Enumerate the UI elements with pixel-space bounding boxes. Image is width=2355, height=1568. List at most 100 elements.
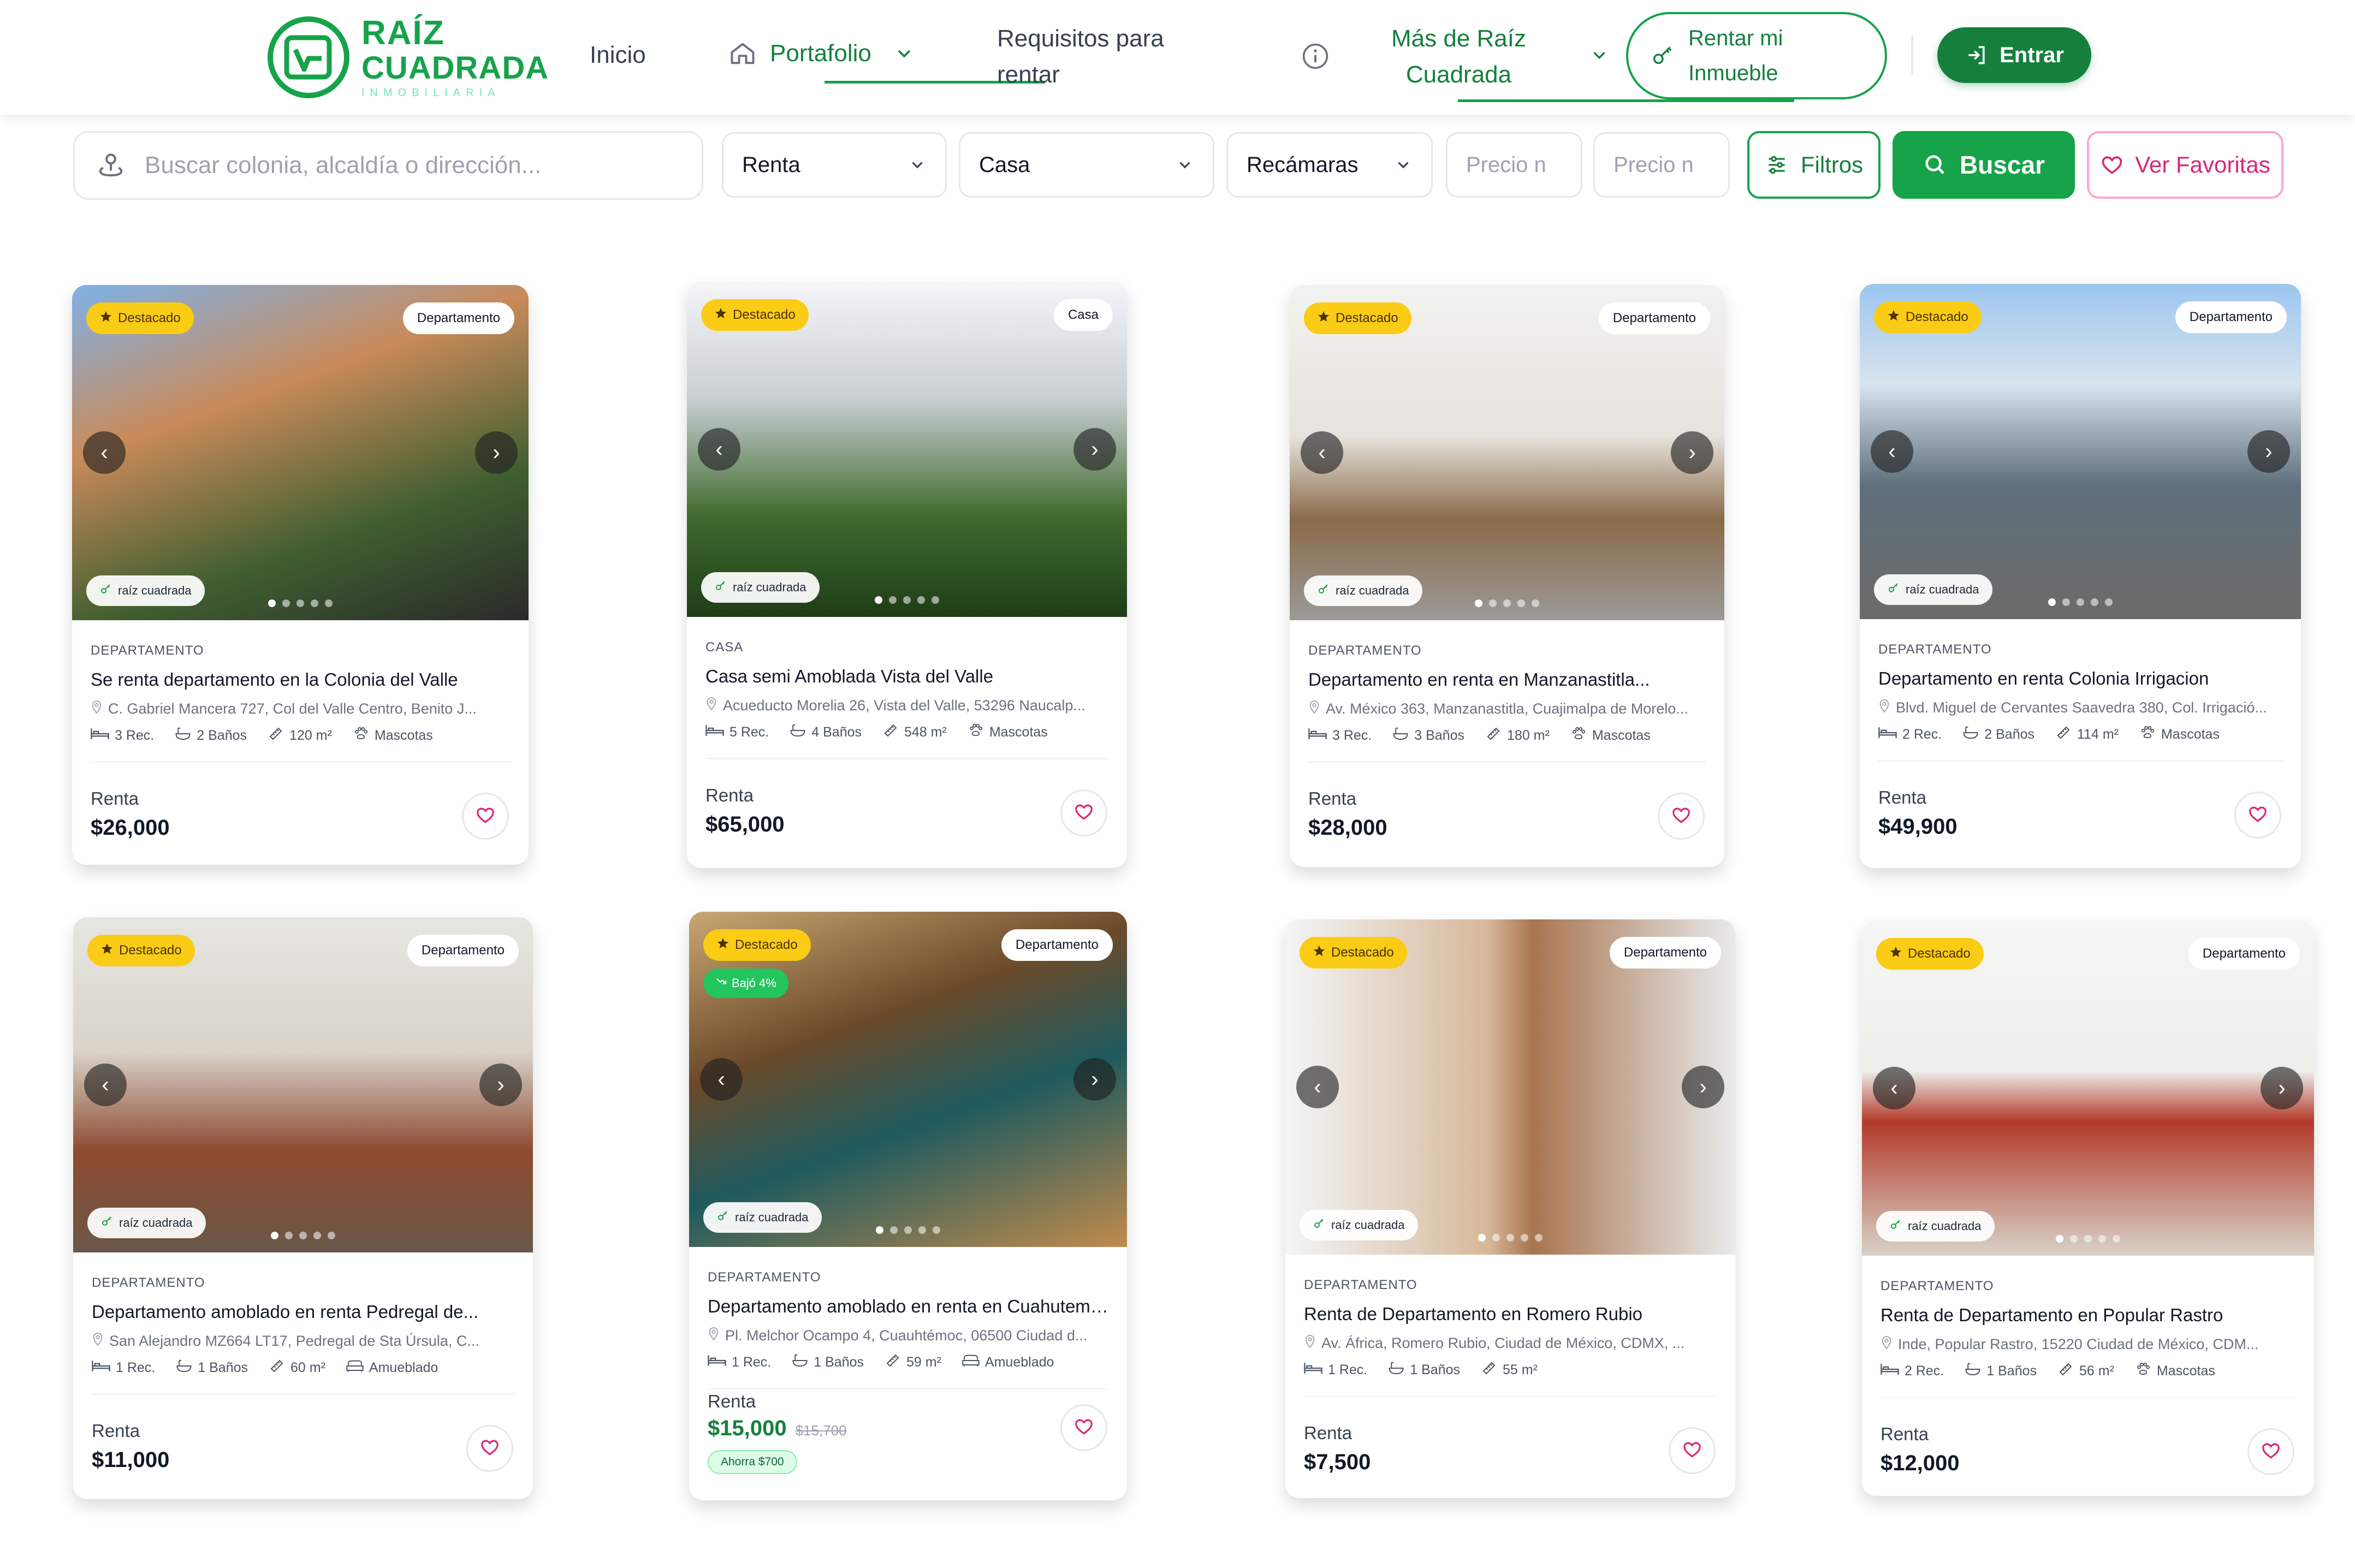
- photo-dot[interactable]: [285, 1232, 293, 1239]
- nav-portafolio[interactable]: Portafolio: [728, 39, 915, 68]
- photo-dot[interactable]: [1532, 599, 1539, 607]
- prev-photo-button[interactable]: ‹: [84, 1064, 127, 1106]
- photo-dot[interactable]: [876, 1226, 883, 1234]
- photo-dot[interactable]: [2070, 1235, 2078, 1243]
- next-photo-button[interactable]: ›: [1073, 1058, 1116, 1101]
- photo-dot[interactable]: [904, 1226, 912, 1234]
- photo-dot[interactable]: [2062, 598, 2070, 606]
- property-card[interactable]: Destacado Departamento ‹ › raíz cuadrada DEPA…: [72, 285, 529, 865]
- photo-dot[interactable]: [2113, 1235, 2120, 1243]
- next-photo-button[interactable]: ›: [2261, 1067, 2303, 1109]
- next-photo-button[interactable]: ›: [1682, 1066, 1724, 1108]
- property-card[interactable]: Destacado Departamento ‹ › raíz cuadrada DEPA…: [1290, 285, 1724, 867]
- card-title[interactable]: Departamento en renta en Manzanastitla..…: [1308, 669, 1706, 690]
- nav-requisitos[interactable]: Requisitos para rentar: [997, 21, 1164, 93]
- photo-dot[interactable]: [2091, 598, 2098, 606]
- photo-dot[interactable]: [1489, 599, 1497, 607]
- photo-dot[interactable]: [1521, 1234, 1528, 1242]
- rentar-inmueble-button[interactable]: Rentar mi Inmueble: [1626, 12, 1887, 99]
- photo-dot[interactable]: [875, 596, 882, 604]
- property-card[interactable]: Destacado Departamento ‹ › raíz cuadrada DEPA…: [1862, 920, 2314, 1496]
- photo-pagination[interactable]: [2048, 598, 2113, 606]
- photo-dot[interactable]: [1475, 599, 1482, 607]
- photo-dot[interactable]: [311, 599, 318, 607]
- photo-dot[interactable]: [325, 599, 333, 607]
- photo-pagination[interactable]: [268, 599, 333, 607]
- photo-dot[interactable]: [271, 1232, 278, 1239]
- photo-dot[interactable]: [1503, 599, 1511, 607]
- property-card[interactable]: Destacado Departamento Bajó 4% ‹ › raíz cuadr…: [689, 912, 1127, 1500]
- card-title[interactable]: Se renta departamento en la Colonia del …: [91, 669, 510, 690]
- prev-photo-button[interactable]: ‹: [83, 431, 126, 474]
- photo-pagination[interactable]: [876, 1226, 940, 1234]
- prev-photo-button[interactable]: ‹: [698, 428, 740, 471]
- photo-dot[interactable]: [933, 1226, 940, 1234]
- prev-photo-button[interactable]: ‹: [700, 1058, 743, 1101]
- photo-pagination[interactable]: [2056, 1235, 2120, 1243]
- photo-dot[interactable]: [890, 1226, 898, 1234]
- photo-dot[interactable]: [2105, 598, 2113, 606]
- favorite-button[interactable]: [1669, 1427, 1716, 1474]
- next-photo-button[interactable]: ›: [2247, 430, 2290, 473]
- property-photo[interactable]: Destacado Departamento Bajó 4% ‹ › raíz cuadr…: [689, 912, 1127, 1247]
- photo-dot[interactable]: [1517, 599, 1525, 607]
- prev-photo-button[interactable]: ‹: [1873, 1067, 1915, 1109]
- favorite-button[interactable]: [466, 1425, 513, 1472]
- prev-photo-button[interactable]: ‹: [1296, 1066, 1339, 1108]
- photo-pagination[interactable]: [875, 596, 939, 604]
- prev-photo-button[interactable]: ‹: [1871, 430, 1913, 473]
- favorite-button[interactable]: [1060, 789, 1107, 836]
- property-card[interactable]: Destacado Departamento ‹ › raíz cuadrada DEPA…: [73, 917, 533, 1499]
- photo-dot[interactable]: [1492, 1234, 1500, 1242]
- favorites-button[interactable]: Ver Favoritas: [2087, 131, 2283, 199]
- card-title[interactable]: Departamento amoblado en renta en Cuahut…: [708, 1296, 1108, 1317]
- operation-select[interactable]: Renta: [722, 132, 947, 198]
- property-card[interactable]: Destacado Departamento ‹ › raíz cuadrada DEPA…: [1860, 284, 2301, 868]
- photo-dot[interactable]: [313, 1232, 321, 1239]
- photo-pagination[interactable]: [271, 1232, 335, 1239]
- photo-dot[interactable]: [1535, 1234, 1543, 1242]
- favorite-button[interactable]: [2247, 1428, 2294, 1475]
- price-max-input[interactable]: Precio n: [1593, 132, 1730, 198]
- photo-dot[interactable]: [2056, 1235, 2063, 1243]
- card-title[interactable]: Casa semi Amoblada Vista del Valle: [705, 666, 1108, 687]
- prev-photo-button[interactable]: ‹: [1301, 431, 1343, 474]
- favorite-button[interactable]: [2234, 792, 2281, 839]
- card-title[interactable]: Departamento en renta Colonia Irrigacion: [1878, 668, 2282, 689]
- photo-dot[interactable]: [296, 599, 304, 607]
- photo-dot[interactable]: [2084, 1235, 2092, 1243]
- info-icon[interactable]: [1301, 41, 1330, 71]
- photo-dot[interactable]: [268, 599, 276, 607]
- photo-dot[interactable]: [2098, 1235, 2106, 1243]
- photo-dot[interactable]: [932, 596, 939, 604]
- photo-dot[interactable]: [889, 596, 897, 604]
- next-photo-button[interactable]: ›: [1073, 428, 1116, 471]
- nav-mas-raiz[interactable]: Más de Raíz Cuadrada: [1391, 21, 1526, 93]
- next-photo-button[interactable]: ›: [475, 431, 518, 474]
- property-photo[interactable]: Destacado Departamento ‹ › raíz cuadrada: [1290, 285, 1724, 620]
- photo-dot[interactable]: [1506, 1234, 1514, 1242]
- filters-button[interactable]: Filtros: [1747, 131, 1881, 199]
- search-button[interactable]: Buscar: [1893, 131, 2075, 199]
- property-photo[interactable]: Destacado Departamento ‹ › raíz cuadrada: [72, 285, 529, 620]
- next-photo-button[interactable]: ›: [479, 1064, 522, 1106]
- photo-dot[interactable]: [2048, 598, 2056, 606]
- card-title[interactable]: Renta de Departamento en Romero Rubio: [1304, 1304, 1717, 1325]
- photo-dot[interactable]: [918, 1226, 926, 1234]
- photo-dot[interactable]: [299, 1232, 307, 1239]
- next-photo-button[interactable]: ›: [1671, 431, 1713, 474]
- photo-dot[interactable]: [903, 596, 911, 604]
- card-title[interactable]: Departamento amoblado en renta Pedregal …: [92, 1302, 514, 1322]
- property-photo[interactable]: Destacado Casa ‹ › raíz cuadrada: [687, 282, 1127, 617]
- bedrooms-select[interactable]: Recámaras: [1226, 132, 1433, 198]
- property-type-select[interactable]: Casa: [959, 132, 1214, 198]
- photo-pagination[interactable]: [1478, 1234, 1543, 1242]
- property-photo[interactable]: Destacado Departamento ‹ › raíz cuadrada: [73, 917, 533, 1252]
- property-photo[interactable]: Destacado Departamento ‹ › raíz cuadrada: [1862, 920, 2314, 1256]
- property-card[interactable]: Destacado Departamento ‹ › raíz cuadrada DEPA…: [1285, 919, 1735, 1498]
- photo-dot[interactable]: [2077, 598, 2084, 606]
- photo-pagination[interactable]: [1475, 599, 1539, 607]
- photo-dot[interactable]: [1478, 1234, 1486, 1242]
- property-photo[interactable]: Destacado Departamento ‹ › raíz cuadrada: [1860, 284, 2301, 619]
- photo-dot[interactable]: [917, 596, 925, 604]
